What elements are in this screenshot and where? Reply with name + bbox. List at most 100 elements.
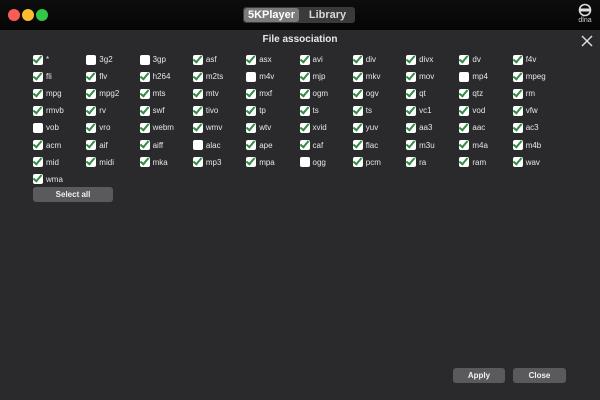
file-type-option[interactable]: mpg2 bbox=[86, 87, 119, 100]
file-type-option[interactable]: ogm bbox=[299, 87, 328, 100]
file-type-option[interactable]: mkv bbox=[352, 70, 380, 83]
file-type-option[interactable]: ra bbox=[406, 156, 426, 169]
file-type-checkbox[interactable] bbox=[139, 122, 150, 133]
file-type-checkbox[interactable] bbox=[139, 88, 150, 99]
file-type-checkbox[interactable] bbox=[352, 105, 363, 116]
file-type-checkbox[interactable] bbox=[406, 71, 417, 82]
file-type-checkbox[interactable] bbox=[512, 71, 523, 82]
file-type-option[interactable]: swf bbox=[139, 104, 165, 117]
file-type-checkbox[interactable] bbox=[246, 88, 257, 99]
file-type-checkbox[interactable] bbox=[33, 71, 43, 82]
file-type-option[interactable]: h264 bbox=[139, 70, 170, 83]
file-type-option[interactable]: tivo bbox=[192, 104, 218, 117]
file-type-option[interactable]: acm bbox=[33, 139, 61, 152]
file-type-checkbox[interactable] bbox=[33, 140, 43, 150]
tab-5kplayer[interactable]: 5KPlayer bbox=[244, 8, 299, 22]
file-type-option[interactable]: qtz bbox=[459, 87, 483, 100]
file-type-option[interactable]: 3g2 bbox=[86, 53, 113, 66]
file-type-option[interactable]: caf bbox=[299, 139, 323, 152]
file-type-checkbox[interactable] bbox=[192, 157, 203, 168]
file-type-checkbox[interactable] bbox=[192, 105, 203, 116]
file-type-checkbox[interactable] bbox=[512, 157, 523, 168]
file-type-option[interactable]: avi bbox=[299, 53, 323, 66]
file-type-option[interactable]: asf bbox=[192, 53, 217, 66]
file-type-checkbox[interactable] bbox=[139, 71, 150, 82]
file-type-checkbox[interactable] bbox=[299, 140, 310, 150]
file-type-checkbox[interactable] bbox=[246, 140, 257, 150]
zoom-window-button[interactable] bbox=[36, 9, 48, 21]
file-type-checkbox[interactable] bbox=[86, 71, 97, 82]
file-type-checkbox[interactable] bbox=[459, 140, 470, 150]
file-type-checkbox[interactable] bbox=[299, 105, 310, 116]
file-type-checkbox[interactable] bbox=[406, 105, 417, 116]
file-type-option[interactable]: ac3 bbox=[512, 121, 539, 134]
file-type-checkbox[interactable] bbox=[33, 174, 43, 185]
file-type-option[interactable]: vob bbox=[33, 121, 59, 134]
minimize-window-button[interactable] bbox=[22, 9, 34, 21]
file-type-option[interactable]: mjp bbox=[299, 70, 325, 83]
file-type-checkbox[interactable] bbox=[512, 105, 523, 116]
file-type-checkbox[interactable] bbox=[352, 88, 363, 99]
file-type-checkbox[interactable] bbox=[139, 54, 150, 65]
file-type-checkbox[interactable] bbox=[512, 54, 523, 65]
file-type-option[interactable]: wtv bbox=[246, 121, 271, 134]
file-type-checkbox[interactable] bbox=[512, 88, 523, 99]
file-type-checkbox[interactable] bbox=[299, 88, 310, 99]
file-type-checkbox[interactable] bbox=[352, 157, 363, 168]
file-type-option[interactable]: wav bbox=[512, 156, 540, 169]
file-type-checkbox[interactable] bbox=[192, 54, 203, 65]
file-type-option[interactable]: xvid bbox=[299, 121, 327, 134]
file-type-checkbox[interactable] bbox=[246, 157, 257, 168]
file-type-option[interactable]: m3u bbox=[406, 139, 435, 152]
file-type-checkbox[interactable] bbox=[246, 54, 257, 65]
file-type-checkbox[interactable] bbox=[86, 105, 97, 116]
file-type-checkbox[interactable] bbox=[33, 54, 43, 65]
file-type-option[interactable]: mtv bbox=[192, 87, 219, 100]
file-type-option[interactable]: fli bbox=[33, 70, 52, 83]
file-type-option[interactable]: m2ts bbox=[192, 70, 223, 83]
file-type-checkbox[interactable] bbox=[192, 122, 203, 133]
file-type-option[interactable]: div bbox=[352, 53, 376, 66]
file-type-checkbox[interactable] bbox=[406, 88, 417, 99]
file-type-checkbox[interactable] bbox=[33, 105, 43, 116]
file-type-option[interactable]: mid bbox=[33, 156, 59, 169]
file-type-option[interactable]: yuv bbox=[352, 121, 378, 134]
file-type-option[interactable]: qt bbox=[406, 87, 426, 100]
file-type-option[interactable]: vfw bbox=[512, 104, 538, 117]
file-type-option[interactable]: rm bbox=[512, 87, 535, 100]
file-type-checkbox[interactable] bbox=[139, 140, 150, 150]
file-type-checkbox[interactable] bbox=[459, 157, 470, 168]
file-type-checkbox[interactable] bbox=[352, 54, 363, 65]
file-type-option[interactable]: vc1 bbox=[406, 104, 432, 117]
file-type-option[interactable]: mpg bbox=[33, 87, 62, 100]
file-type-option[interactable]: ts bbox=[352, 104, 372, 117]
file-type-option[interactable]: pcm bbox=[352, 156, 381, 169]
file-type-checkbox[interactable] bbox=[86, 157, 97, 168]
file-type-option[interactable]: ram bbox=[459, 156, 486, 169]
file-type-checkbox[interactable] bbox=[192, 88, 203, 99]
close-window-button[interactable] bbox=[8, 9, 20, 21]
file-type-checkbox[interactable] bbox=[299, 122, 310, 133]
file-type-option[interactable]: aif bbox=[86, 139, 108, 152]
file-type-option[interactable]: * bbox=[33, 53, 49, 66]
file-type-checkbox[interactable] bbox=[352, 140, 363, 150]
file-type-checkbox[interactable] bbox=[459, 88, 470, 99]
file-type-checkbox[interactable] bbox=[299, 71, 310, 82]
file-type-option[interactable]: m4a bbox=[459, 139, 488, 152]
file-type-option[interactable]: m4b bbox=[512, 139, 541, 152]
file-type-option[interactable]: flac bbox=[352, 139, 378, 152]
file-type-checkbox[interactable] bbox=[512, 140, 523, 150]
file-type-checkbox[interactable] bbox=[512, 122, 523, 133]
file-type-checkbox[interactable] bbox=[352, 122, 363, 133]
file-type-option[interactable]: asx bbox=[246, 53, 272, 66]
file-type-checkbox[interactable] bbox=[246, 105, 257, 116]
file-type-option[interactable]: mka bbox=[139, 156, 168, 169]
file-type-checkbox[interactable] bbox=[299, 157, 310, 168]
file-type-checkbox[interactable] bbox=[192, 140, 203, 150]
file-type-checkbox[interactable] bbox=[459, 54, 470, 65]
file-type-option[interactable]: ogv bbox=[352, 87, 379, 100]
file-type-checkbox[interactable] bbox=[406, 122, 417, 133]
file-type-checkbox[interactable] bbox=[406, 54, 417, 65]
file-type-option[interactable]: f4v bbox=[512, 53, 536, 66]
file-type-option[interactable]: webm bbox=[139, 121, 174, 134]
